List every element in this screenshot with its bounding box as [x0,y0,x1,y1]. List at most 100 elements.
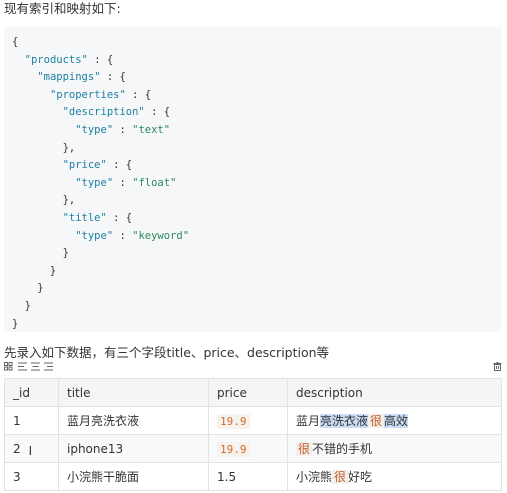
cell-description[interactable]: 蓝月亮洗衣液很高效 [287,406,502,435]
description-text: 好吃 [348,470,373,484]
code-key: "type" [75,123,114,136]
cell-title[interactable]: 蓝月亮洗衣液 [58,406,209,435]
code-line: }, [12,140,493,158]
code-key: "title" [62,211,107,224]
code-text: } [12,282,44,295]
cell-price[interactable]: 19.9 [208,434,288,463]
code-string: "keyword" [132,229,190,242]
code-text: : { [100,71,126,84]
code-line: "type" : "text" [12,122,493,140]
code-text: : [113,229,133,242]
code-line: } [12,245,493,263]
header-description[interactable]: description [287,378,502,407]
second-paragraph: 先录入如下数据，有三个字段title、price、description等 [4,345,330,360]
code-key: "price" [62,159,107,172]
description-text: 不错的手机 [312,442,373,456]
code-line: "properties" : { [12,87,493,105]
code-line: "description" : { [12,104,493,122]
emphasis-token: 很 [296,442,313,456]
code-text: : [113,123,133,136]
code-text: } [12,299,31,312]
code-text: : { [87,53,114,66]
table-header-row: _id title price description [4,378,502,407]
align-right-icon[interactable] [44,362,53,371]
cell-id[interactable]: 1 [4,406,59,435]
code-text: : { [144,106,171,119]
code-string: "text" [132,123,171,136]
price-inline-code: 19.9 [217,413,250,429]
cell-id-text: 3 [13,469,21,484]
code-line: "type" : "keyword" [12,228,493,246]
code-key: "description" [62,106,145,119]
emphasis-token: 很 [368,414,385,428]
cell-description[interactable]: 小浣熊很好吃 [287,462,502,491]
cell-description[interactable]: 很不错的手机 [287,434,502,463]
text-cursor-icon: I [28,443,33,458]
table-row: 3 小浣熊干脆面 1.5 小浣熊很好吃 [4,462,502,491]
highlighted-text: 高效 [384,414,409,428]
code-key: "type" [75,229,114,242]
code-text: : { [125,88,152,101]
code-string: "float" [132,176,177,189]
code-text: } [12,247,69,260]
code-key: "type" [75,176,114,189]
table-toolbar [4,362,502,374]
highlighted-text: 亮洗衣液 [320,414,369,428]
code-text: : { [106,211,133,224]
intro-paragraph: 现有索引和映射如下: [4,1,121,16]
code-line: } [12,316,493,334]
code-block[interactable]: { "products" : { "mappings" : { "propert… [4,27,501,332]
code-key: "properties" [49,88,126,101]
code-line: "title" : { [12,210,493,228]
cell-price[interactable]: 19.9 [208,406,288,435]
cell-title[interactable]: 小浣熊干脆面 [58,462,209,491]
code-text: }, [12,194,76,207]
cell-id-text: 2 [13,441,21,456]
table-row: 1 蓝月亮洗衣液 19.9 蓝月亮洗衣液很高效 [4,406,502,435]
align-center-icon[interactable] [31,362,40,371]
code-line: "type" : "float" [12,175,493,193]
code-key: "mappings" [37,71,101,84]
cell-id[interactable]: 3 [4,462,59,491]
code-line: } [12,280,493,298]
align-left-icon[interactable] [18,362,27,371]
code-text: { [12,36,19,48]
description-text: 蓝月 [296,414,321,428]
code-line: } [12,298,493,316]
cell-id[interactable]: 2I [4,434,59,463]
code-line: }, [12,192,493,210]
code-line: "mappings" : { [12,69,493,87]
cell-price[interactable]: 1.5 [208,462,288,491]
code-line: } [12,263,493,281]
code-line: { [12,34,493,52]
table-row: 2 Iiphone13 19.9 很不错的手机 [4,434,502,463]
code-text: : { [106,159,133,172]
price-inline-code: 19.9 [217,441,250,457]
cell-title[interactable]: iphone13 [58,434,209,463]
code-text: } [12,264,57,277]
header-id[interactable]: _id [4,378,59,407]
code-key: "products" [24,53,88,66]
cell-id-text: 1 [13,413,21,428]
data-table: _id title price description 1 蓝月亮洗衣液 19.9 蓝… [4,378,502,491]
trash-icon[interactable] [493,362,502,371]
code-line: "products" : { [12,52,493,70]
code-text: } [12,317,19,330]
code-text: }, [12,141,76,154]
header-title[interactable]: title [58,378,209,407]
code-text: : [113,176,133,189]
description-text: 小浣熊 [296,470,333,484]
code-line: "price" : { [12,157,493,175]
table-grid-icon[interactable] [4,362,13,371]
header-price[interactable]: price [208,378,288,407]
emphasis-token: 很 [332,470,349,484]
